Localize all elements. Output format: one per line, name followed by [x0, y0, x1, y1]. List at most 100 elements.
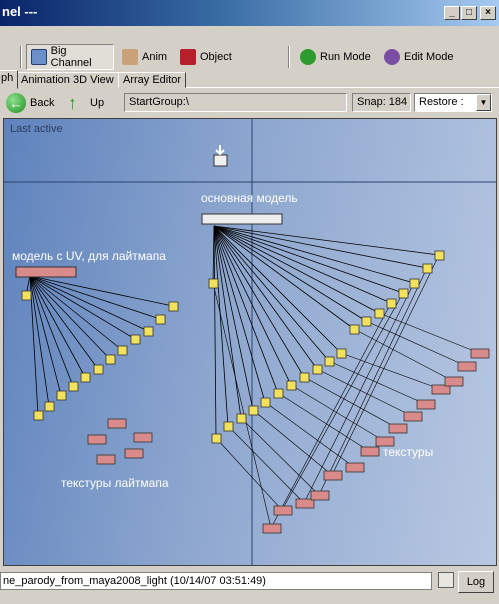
up-button[interactable]: ↑ Up	[68, 92, 104, 114]
navigation-bar: ← Back ↑ Up StartGroup:\ Snap: 184 Resto…	[0, 90, 499, 116]
lightmap-texture-node[interactable]	[124, 448, 144, 459]
texture-link-node[interactable]	[117, 345, 128, 356]
textures-label: текстуры	[383, 445, 434, 459]
texture-link-node[interactable]	[80, 372, 91, 383]
window-title: nel ---	[2, 4, 38, 19]
texture-node[interactable]	[444, 376, 464, 387]
texture-node[interactable]	[310, 490, 330, 501]
texture-link-node[interactable]	[398, 288, 409, 299]
tab-animation-3d-view[interactable]: Animation 3D View	[16, 72, 119, 88]
restore-label: Restore :	[419, 96, 464, 108]
chevron-down-icon[interactable]: ▼	[476, 94, 491, 111]
texture-link-node[interactable]	[130, 334, 141, 345]
toolbar-separator	[288, 46, 290, 68]
texture-node[interactable]	[323, 470, 343, 481]
texture-link-node[interactable]	[223, 421, 234, 432]
texture-link-node[interactable]	[324, 356, 335, 367]
connection-line	[29, 275, 174, 307]
texture-node[interactable]	[360, 446, 380, 457]
maximize-button[interactable]: □	[461, 6, 477, 20]
texture-link-node[interactable]	[374, 308, 385, 319]
path-field[interactable]: StartGroup:\	[124, 93, 347, 112]
status-bar: ne_parody_from_maya2008_light (10/14/07 …	[0, 568, 499, 604]
edit-mode-icon	[384, 49, 400, 65]
texture-node[interactable]	[457, 361, 477, 372]
lightmap-texture-node[interactable]	[107, 418, 127, 429]
texture-link-node[interactable]	[409, 278, 420, 289]
lightmap-texture-node[interactable]	[87, 434, 107, 445]
texture-node[interactable]	[416, 399, 436, 410]
texture-link-node[interactable]	[312, 364, 323, 375]
edit-mode-button[interactable]: Edit Mode	[380, 44, 458, 70]
start-group-node[interactable]	[213, 154, 228, 167]
object-button[interactable]: Object	[176, 44, 236, 70]
edit-mode-label: Edit Mode	[404, 51, 454, 63]
main-model-node[interactable]	[201, 213, 283, 225]
texture-link-node[interactable]	[168, 301, 179, 312]
run-mode-label: Run Mode	[320, 51, 371, 63]
texture-link-node[interactable]	[434, 250, 445, 261]
minimize-button[interactable]: _	[444, 6, 460, 20]
anim-button[interactable]: Anim	[118, 44, 171, 70]
texture-link-node[interactable]	[236, 413, 247, 424]
tab-graph[interactable]: ph	[0, 70, 19, 89]
texture-link-node[interactable]	[155, 314, 166, 325]
texture-link-node[interactable]	[299, 372, 310, 383]
texture-link-node[interactable]	[260, 397, 271, 408]
title-bar[interactable]: nel --- _ □ ×	[0, 0, 499, 26]
texture-node[interactable]	[388, 423, 408, 434]
connection-line	[29, 275, 111, 360]
texture-link-node[interactable]	[336, 348, 347, 359]
connection-line	[29, 275, 149, 332]
node-graph[interactable]	[4, 119, 497, 566]
texture-link-node[interactable]	[21, 290, 32, 301]
texture-link-node[interactable]	[248, 405, 259, 416]
toolbar-separator	[20, 46, 22, 68]
lightmap-texture-node[interactable]	[96, 454, 116, 465]
texture-link-node[interactable]	[422, 263, 433, 274]
texture-link-node[interactable]	[143, 326, 154, 337]
texture-link-node[interactable]	[68, 381, 79, 392]
texture-link-node[interactable]	[273, 388, 284, 399]
connection-line	[213, 225, 217, 439]
status-text: ne_parody_from_maya2008_light (10/14/07 …	[0, 572, 432, 590]
status-icon[interactable]	[438, 572, 454, 588]
texture-link-node[interactable]	[208, 278, 219, 289]
texture-node[interactable]	[403, 411, 423, 422]
connection-line	[277, 392, 370, 452]
down-arrow-icon	[215, 145, 225, 156]
restore-dropdown[interactable]: Restore : ▼	[414, 93, 492, 112]
texture-link-node[interactable]	[56, 390, 67, 401]
connection-line	[213, 225, 415, 284]
texture-link-node[interactable]	[386, 298, 397, 309]
texture-link-node[interactable]	[33, 410, 44, 421]
texture-node[interactable]	[273, 505, 293, 516]
texture-link-node[interactable]	[211, 433, 222, 444]
texture-node[interactable]	[470, 348, 490, 359]
run-mode-button[interactable]: Run Mode	[296, 44, 375, 70]
texture-link-node[interactable]	[93, 364, 104, 375]
texture-link-node[interactable]	[286, 380, 297, 391]
texture-node[interactable]	[262, 523, 282, 534]
connection-line	[281, 292, 404, 511]
close-button[interactable]: ×	[480, 6, 496, 20]
connection-line	[29, 275, 136, 340]
back-button[interactable]: ← Back	[6, 92, 54, 114]
up-label: Up	[90, 97, 105, 109]
big-channel-button[interactable]: Big Channel	[26, 44, 114, 70]
texture-node[interactable]	[345, 462, 365, 473]
tab-array-editor[interactable]: Array Editor	[118, 72, 187, 88]
texture-link-node[interactable]	[349, 324, 360, 335]
graph-canvas[interactable]: Last active основная модель модель с UV,…	[3, 118, 497, 566]
texture-link-node[interactable]	[361, 316, 372, 327]
uv-model-node[interactable]	[15, 266, 77, 278]
snap-field[interactable]: Snap: 184	[352, 93, 411, 112]
lightmap-texture-node[interactable]	[133, 432, 153, 443]
connection-line	[29, 275, 62, 396]
connection-line	[213, 225, 428, 269]
texture-link-node[interactable]	[44, 401, 55, 412]
log-button[interactable]: Log	[458, 571, 494, 593]
anim-icon	[122, 49, 138, 65]
texture-link-node[interactable]	[105, 354, 116, 365]
mode-toolbar: Big Channel Anim Object Run Mode Edit Mo…	[0, 44, 499, 70]
